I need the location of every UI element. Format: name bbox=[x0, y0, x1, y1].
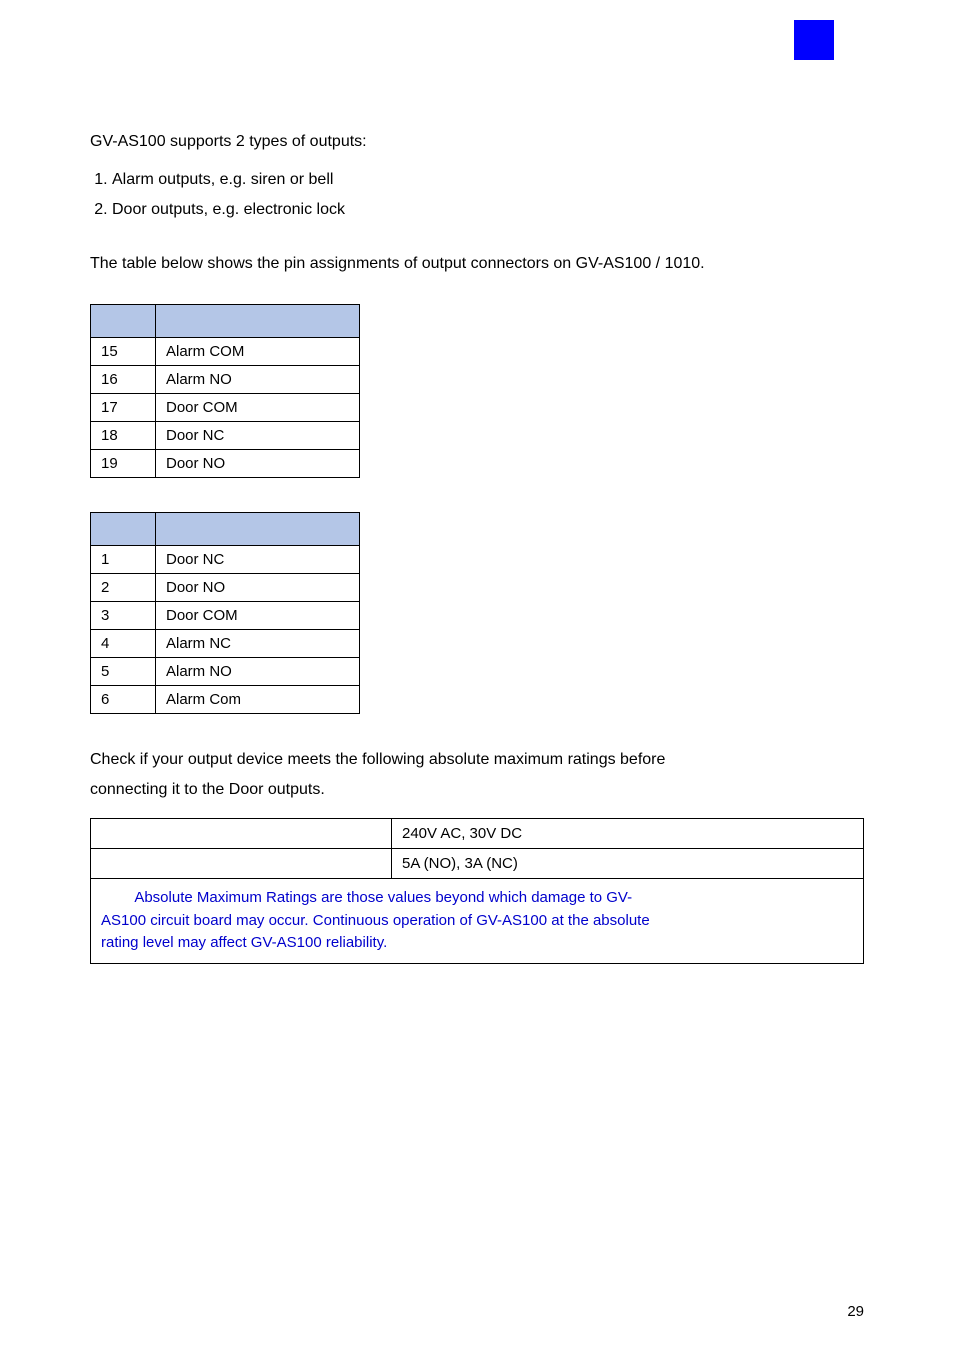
table-row: 3Door COM bbox=[91, 602, 360, 630]
table-row: 240V AC, 30V DC bbox=[91, 819, 864, 849]
pin-cell: 3 bbox=[91, 602, 156, 630]
ratings-table: 240V AC, 30V DC 5A (NO), 3A (NC) bbox=[90, 818, 864, 879]
table-header-row bbox=[91, 305, 360, 338]
pin-table-b: 1Door NC 2Door NO 3Door COM 4Alarm NC 5A… bbox=[90, 512, 360, 714]
table-row: 15Alarm COM bbox=[91, 338, 360, 366]
page-number: 29 bbox=[847, 1303, 864, 1320]
table-row: 18Door NC bbox=[91, 422, 360, 450]
pin-cell: 5 bbox=[91, 658, 156, 686]
rating-value: 240V AC, 30V DC bbox=[392, 819, 864, 849]
fn-cell: Door NC bbox=[156, 422, 360, 450]
rating-value: 5A (NO), 3A (NC) bbox=[392, 849, 864, 879]
pin-cell: 2 bbox=[91, 574, 156, 602]
pin-table-a: 15Alarm COM 16Alarm NO 17Door COM 18Door… bbox=[90, 304, 360, 478]
note-box: Absolute Maximum Ratings are those value… bbox=[90, 879, 864, 964]
note-text-line2: AS100 circuit board may occur. Continuou… bbox=[101, 912, 650, 929]
table-row: 4Alarm NC bbox=[91, 630, 360, 658]
assignment-paragraph: The table below shows the pin assignment… bbox=[90, 252, 864, 276]
fn-cell: Door COM bbox=[156, 394, 360, 422]
fn-cell: Door COM bbox=[156, 602, 360, 630]
note-text-line3: rating level may affect GV-AS100 reliabi… bbox=[101, 934, 387, 951]
table-row: 16Alarm NO bbox=[91, 366, 360, 394]
page: GV-AS100 supports 2 types of outputs: Al… bbox=[0, 0, 954, 1350]
fn-cell: Alarm COM bbox=[156, 338, 360, 366]
table-header bbox=[91, 513, 156, 546]
list-item: Alarm outputs, e.g. siren or bell bbox=[112, 168, 864, 192]
table-header bbox=[156, 513, 360, 546]
table-row: 5Alarm NO bbox=[91, 658, 360, 686]
pin-cell: 19 bbox=[91, 450, 156, 478]
intro-paragraph: GV-AS100 supports 2 types of outputs: bbox=[90, 130, 864, 154]
fn-cell: Alarm Com bbox=[156, 686, 360, 714]
check-paragraph-line1: Check if your output device meets the fo… bbox=[90, 748, 864, 772]
fn-cell: Alarm NO bbox=[156, 366, 360, 394]
table-row: 19Door NO bbox=[91, 450, 360, 478]
table-row: 2Door NO bbox=[91, 574, 360, 602]
rating-label bbox=[91, 819, 392, 849]
pin-cell: 16 bbox=[91, 366, 156, 394]
pin-cell: 15 bbox=[91, 338, 156, 366]
table-row: 5A (NO), 3A (NC) bbox=[91, 849, 864, 879]
fn-cell: Alarm NC bbox=[156, 630, 360, 658]
check-paragraph-line2: connecting it to the Door outputs. bbox=[90, 778, 864, 802]
list-item: Door outputs, e.g. electronic lock bbox=[112, 198, 864, 222]
outputs-list: Alarm outputs, e.g. siren or bell Door o… bbox=[90, 168, 864, 222]
fn-cell: Alarm NO bbox=[156, 658, 360, 686]
pin-cell: 17 bbox=[91, 394, 156, 422]
table-row: 6Alarm Com bbox=[91, 686, 360, 714]
fn-cell: Door NO bbox=[156, 574, 360, 602]
fn-cell: Door NC bbox=[156, 546, 360, 574]
pin-cell: 18 bbox=[91, 422, 156, 450]
ratings-and-note: 240V AC, 30V DC 5A (NO), 3A (NC) Absolut… bbox=[90, 818, 864, 964]
header-blue-square bbox=[794, 20, 834, 60]
rating-label bbox=[91, 849, 392, 879]
pin-cell: 6 bbox=[91, 686, 156, 714]
fn-cell: Door NO bbox=[156, 450, 360, 478]
pin-cell: 4 bbox=[91, 630, 156, 658]
table-header bbox=[91, 305, 156, 338]
table-header bbox=[156, 305, 360, 338]
note-text-line1: Absolute Maximum Ratings are those value… bbox=[101, 889, 632, 906]
table-header-row bbox=[91, 513, 360, 546]
pin-cell: 1 bbox=[91, 546, 156, 574]
table-row: 240V AC, 30V DC 5A (NO), 3A (NC) Absolut… bbox=[90, 818, 864, 964]
table-row: 1Door NC bbox=[91, 546, 360, 574]
table-row: 17Door COM bbox=[91, 394, 360, 422]
